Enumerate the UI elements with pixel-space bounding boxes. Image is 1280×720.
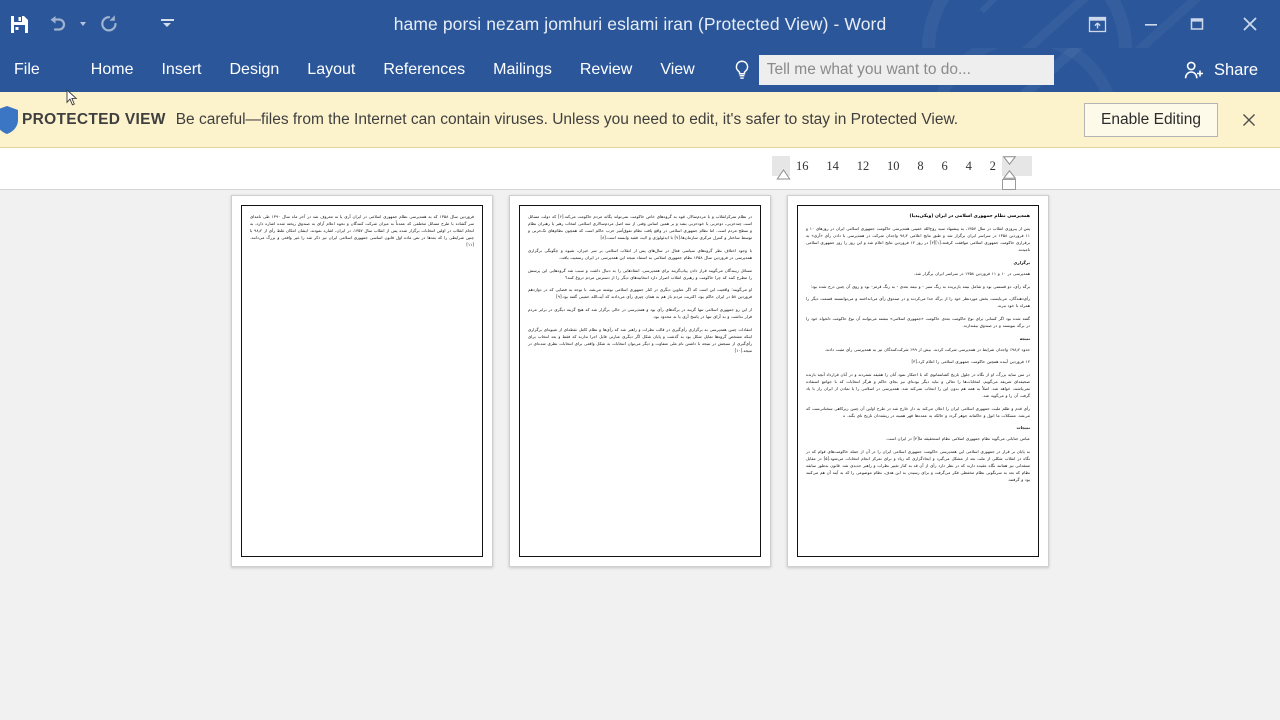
page-text-frame: همه‌پرسی نظام جمهوری اسلامی در ایران (وی… bbox=[797, 205, 1039, 557]
ruler-tick: 14 bbox=[826, 158, 839, 173]
ribbon-tab-bar: File Home Insert Design Layout Reference… bbox=[0, 48, 1280, 92]
paragraph: او می‌گویند: واقعیت این است که اگر عناوی… bbox=[528, 287, 752, 300]
paragraph: برگه رأی، دو قسمتی بود و شامل نیمه بازبر… bbox=[810, 283, 1030, 289]
protected-view-label: PROTECTED VIEW bbox=[22, 110, 166, 128]
save-icon bbox=[10, 15, 28, 33]
document-page[interactable]: در نظام تمرکزانقلاب و با مردم‌سالار، قوه… bbox=[509, 195, 771, 567]
save-button[interactable] bbox=[0, 4, 38, 44]
tab-insert[interactable]: Insert bbox=[147, 48, 215, 92]
undo-icon bbox=[50, 16, 66, 31]
paragraph: فروردین سال ۱۳۵۸ که به همه‌پرسی نظام جمه… bbox=[250, 214, 474, 248]
paragraph: انتقادات چنین همه‌پرسی به برگزاری رأی‌گی… bbox=[528, 326, 752, 353]
paragraph: رأی قدم و ظلم ملیت جمهوری اسلامی ایران ر… bbox=[806, 405, 1030, 418]
ruler-tick: 2 bbox=[989, 158, 996, 173]
paragraph: به پایان بر قرار در جمهوری اسلامی این هم… bbox=[806, 449, 1030, 483]
right-indent-marker[interactable] bbox=[1002, 179, 1016, 190]
paragraph: حدود ۹۸٫۲٪ واجدان شرایط در همه‌پرسی شرکت… bbox=[824, 346, 1030, 352]
window-controls bbox=[1066, 0, 1280, 48]
tell-me-input[interactable] bbox=[758, 55, 1054, 85]
paragraph: در نظام تمرکزانقلاب و با مردم‌سالار، قوه… bbox=[528, 214, 753, 241]
share-button[interactable]: Share bbox=[1173, 48, 1268, 92]
document-page[interactable]: همه‌پرسی نظام جمهوری اسلامی در ایران (وی… bbox=[787, 195, 1049, 567]
paragraph: مسائل زیبندگان می‌گویند قرار دادن پیاپ‌گ… bbox=[528, 267, 752, 280]
customize-quick-access-toolbar-button[interactable] bbox=[152, 4, 182, 44]
paragraph: پس از پیروزی انقلاب در سال ۱۳۵۷، به پیشن… bbox=[806, 226, 1030, 253]
paragraph: همه‌پرسی در ۱۰ و ۱۱ فروردین ۱۳۵۸ در سراس… bbox=[914, 270, 1030, 276]
redo-button[interactable] bbox=[90, 4, 128, 44]
lightbulb-icon bbox=[729, 57, 755, 83]
protected-view-actions: Enable Editing bbox=[1084, 92, 1270, 148]
minimize-button[interactable] bbox=[1128, 0, 1174, 48]
paragraph: از این رو جمهوری اسلامی تنها گزینه در بر… bbox=[528, 306, 752, 320]
tab-design[interactable]: Design bbox=[215, 48, 293, 92]
share-person-icon bbox=[1183, 60, 1206, 81]
ribbon-display-options-icon bbox=[1088, 16, 1106, 32]
redo-icon bbox=[101, 15, 117, 32]
tab-layout[interactable]: Layout bbox=[293, 48, 369, 92]
document-page[interactable]: فروردین سال ۱۳۵۸ که به همه‌پرسی نظام جمه… bbox=[231, 195, 493, 567]
tab-home[interactable]: Home bbox=[77, 48, 148, 92]
section-heading: نتیجه bbox=[1019, 335, 1030, 341]
tab-references[interactable]: References bbox=[369, 48, 479, 92]
horizontal-ruler[interactable]: 16 14 12 10 8 6 4 2 bbox=[772, 156, 1032, 190]
section-heading: برگزاری bbox=[1013, 259, 1030, 265]
close-icon bbox=[1243, 114, 1255, 126]
paragraph: گفته شده بود اگر کسانی برای نوع حاکومت ب… bbox=[806, 315, 1030, 328]
paragraph: رأی‌دهندگان، می‌بایست بخش موردنظر خود را… bbox=[806, 296, 1030, 309]
quick-access-toolbar bbox=[0, 0, 182, 48]
tab-review[interactable]: Review bbox=[566, 48, 646, 92]
enable-editing-button[interactable]: Enable Editing bbox=[1084, 103, 1218, 137]
first-line-indent-marker[interactable] bbox=[1003, 156, 1016, 165]
restore-icon bbox=[1190, 18, 1204, 30]
close-icon bbox=[1243, 17, 1257, 31]
title-bar: hame porsi nezam jomhuri eslami iran (Pr… bbox=[0, 0, 1280, 48]
shield-icon bbox=[0, 105, 22, 135]
tab-view[interactable]: View bbox=[646, 48, 708, 92]
ruler-tick-labels: 16 14 12 10 8 6 4 2 bbox=[790, 156, 1002, 176]
tab-file[interactable]: File bbox=[0, 48, 58, 92]
undo-button[interactable] bbox=[38, 4, 76, 44]
left-indent-marker[interactable] bbox=[776, 169, 791, 180]
page-text-frame: در نظام تمرکزانقلاب و با مردم‌سالار، قوه… bbox=[519, 205, 761, 557]
document-title-line: همه‌پرسی نظام جمهوری اسلامی در ایران (وی… bbox=[909, 214, 1031, 219]
tab-mailings[interactable]: Mailings bbox=[479, 48, 566, 92]
protected-view-message: Be careful—files from the Internet can c… bbox=[175, 111, 959, 128]
page-list: فروردین سال ۱۳۵۸ که به همه‌پرسی نظام جمه… bbox=[0, 190, 1280, 567]
undo-dropdown-button[interactable] bbox=[76, 4, 90, 44]
protected-view-bar: PROTECTED VIEW Be careful—files from the… bbox=[0, 92, 1280, 148]
ruler-tick: 10 bbox=[887, 158, 900, 173]
ruler-tick: 4 bbox=[965, 158, 972, 173]
minimize-icon bbox=[1145, 24, 1157, 26]
ribbon-display-options-button[interactable] bbox=[1066, 0, 1128, 48]
chevron-down-icon bbox=[80, 22, 86, 26]
close-button[interactable] bbox=[1220, 0, 1280, 48]
ruler-tick: 6 bbox=[941, 158, 948, 173]
paragraph: ۱۲ فروردین آینده همچین حاکومت جمهوری اسل… bbox=[911, 359, 1030, 365]
document-canvas[interactable]: فروردین سال ۱۳۵۸ که به همه‌پرسی نظام جمه… bbox=[0, 190, 1280, 719]
ruler-tick: 8 bbox=[917, 158, 924, 173]
paragraph: عباس جنابانی می‌گوید نظام جمهوری اسلامی … bbox=[885, 436, 1030, 442]
paragraph: با وجود اختلاف نظر گروه‌های سیاسی فعال د… bbox=[528, 247, 752, 260]
dismiss-protected-view-button[interactable] bbox=[1232, 103, 1266, 137]
section-heading: نتیجات bbox=[1016, 425, 1030, 431]
restore-button[interactable] bbox=[1174, 0, 1220, 48]
ruler-tick: 12 bbox=[856, 158, 870, 173]
tell-me-container bbox=[729, 55, 1054, 85]
page-text-frame: فروردین سال ۱۳۵۸ که به همه‌پرسی نظام جمه… bbox=[241, 205, 483, 557]
ruler-strip: 16 14 12 10 8 6 4 2 bbox=[0, 148, 1280, 190]
decorative-stripe bbox=[979, 0, 1069, 14]
share-label: Share bbox=[1213, 60, 1258, 79]
hanging-indent-marker[interactable] bbox=[1003, 170, 1016, 179]
paragraph: در سن سایه بزرگ، او از نگاه در جلول بازی… bbox=[806, 371, 1030, 399]
ruler-tick: 16 bbox=[796, 158, 809, 173]
